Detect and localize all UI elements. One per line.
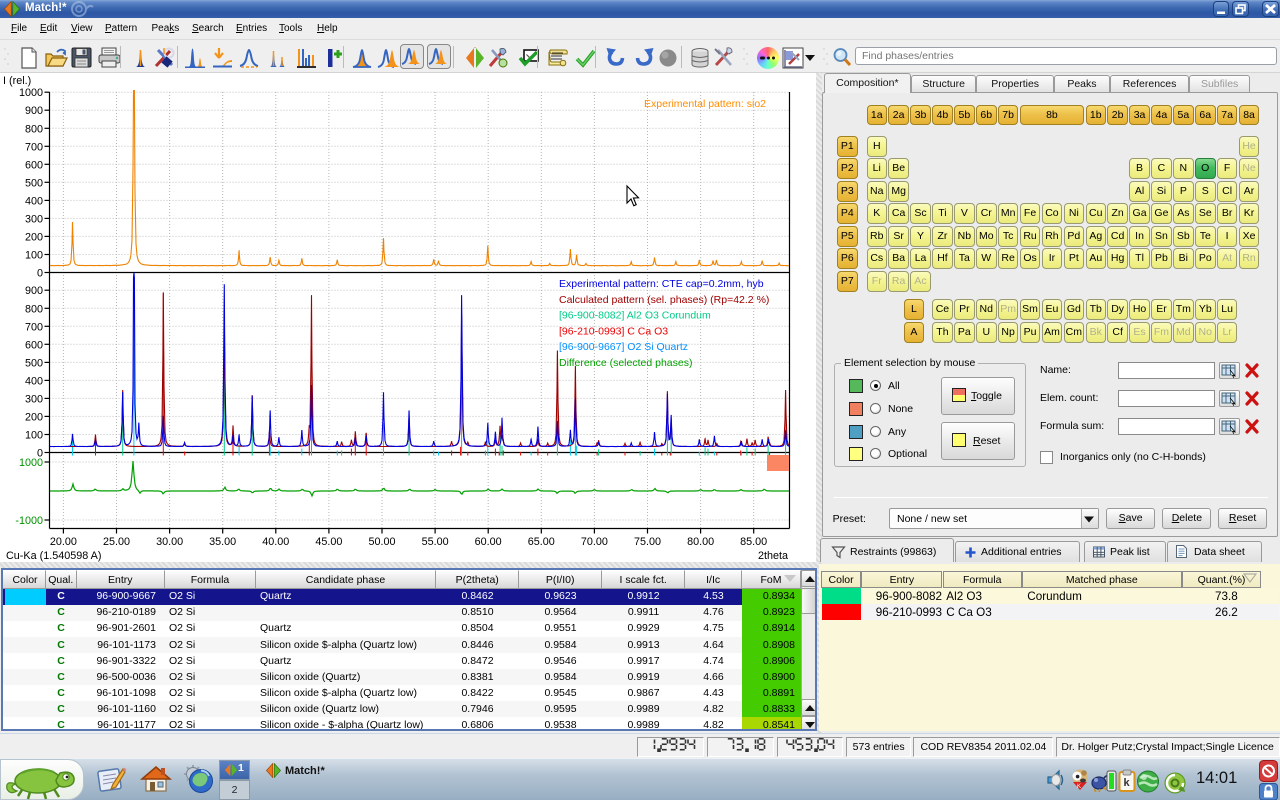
svg-text:100: 100 <box>25 250 43 262</box>
svg-text:700: 700 <box>25 321 43 333</box>
svg-text:600: 600 <box>25 159 43 171</box>
svg-text:0: 0 <box>37 268 43 280</box>
svg-text:100: 100 <box>25 430 43 442</box>
svg-text:50.00: 50.00 <box>368 536 395 548</box>
svg-text:900: 900 <box>25 285 43 297</box>
svg-text:Difference (selected phases): Difference (selected phases) <box>559 357 692 369</box>
svg-text:400: 400 <box>25 375 43 387</box>
svg-text:I (rel.): I (rel.) <box>3 75 31 87</box>
svg-text:Cu-Ka (1.540598 A): Cu-Ka (1.540598 A) <box>6 550 101 562</box>
svg-text:800: 800 <box>25 303 43 315</box>
svg-text:900: 900 <box>25 105 43 117</box>
svg-text:[96-900-8082] Al2 O3 Corundum: [96-900-8082] Al2 O3 Corundum <box>559 310 711 322</box>
svg-text:k: k <box>1124 777 1131 789</box>
svg-text:30.00: 30.00 <box>156 536 183 548</box>
svg-text:2theta: 2theta <box>758 550 788 562</box>
svg-text:Calculated pattern (sel. phase: Calculated pattern (sel. phases) (Rp=42.… <box>559 294 769 306</box>
svg-text:70.00: 70.00 <box>581 536 608 548</box>
svg-text:55.00: 55.00 <box>422 536 449 548</box>
svg-text:Experimental pattern: sio2: Experimental pattern: sio2 <box>644 98 766 110</box>
svg-text:[96-210-0993] C Ca O3: [96-210-0993] C Ca O3 <box>559 325 668 337</box>
svg-text:1000: 1000 <box>19 457 43 469</box>
svg-text:K: K <box>1077 784 1081 790</box>
svg-text:65.00: 65.00 <box>528 536 555 548</box>
svg-text:500: 500 <box>25 177 43 189</box>
svg-text:400: 400 <box>25 195 43 207</box>
svg-text:45.00: 45.00 <box>315 536 342 548</box>
svg-text:800: 800 <box>25 123 43 135</box>
svg-text:[96-900-9667] O2 Si Quartz: [96-900-9667] O2 Si Quartz <box>559 341 688 353</box>
svg-text:20.00: 20.00 <box>50 536 77 548</box>
svg-text:-1000: -1000 <box>15 515 43 527</box>
svg-text:300: 300 <box>25 213 43 225</box>
svg-text:1000: 1000 <box>19 87 43 99</box>
svg-text:40.00: 40.00 <box>262 536 289 548</box>
svg-text:35.00: 35.00 <box>209 536 236 548</box>
svg-text:300: 300 <box>25 393 43 405</box>
svg-text:80.00: 80.00 <box>687 536 714 548</box>
svg-text:700: 700 <box>25 141 43 153</box>
svg-text:200: 200 <box>25 231 43 243</box>
svg-text:Experimental pattern: CTE cap=: Experimental pattern: CTE cap=0.2mm, hyb <box>559 278 764 290</box>
svg-text:25.00: 25.00 <box>103 536 130 548</box>
svg-text:600: 600 <box>25 339 43 351</box>
svg-text:60.00: 60.00 <box>475 536 502 548</box>
svg-text:75.00: 75.00 <box>634 536 661 548</box>
svg-text:200: 200 <box>25 411 43 423</box>
svg-text:500: 500 <box>25 357 43 369</box>
svg-text:85.00: 85.00 <box>740 536 767 548</box>
